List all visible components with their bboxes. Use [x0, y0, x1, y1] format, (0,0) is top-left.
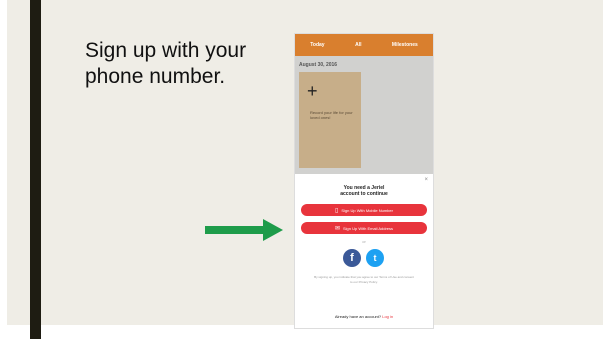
green-arrow-icon — [205, 219, 283, 241]
tab-milestones[interactable]: Milestones — [392, 42, 418, 48]
or-divider: or — [362, 239, 366, 244]
modal-title: You need a Jeriel account to continue — [309, 185, 419, 197]
mobile-phone-icon: ▯ — [335, 207, 339, 214]
left-accent-bar — [30, 0, 41, 339]
twitter-icon[interactable]: t — [366, 249, 384, 267]
already-account-text: Already have an account? — [334, 314, 382, 319]
slide-heading: Sign up with your phone number. — [85, 38, 295, 90]
signup-modal: × You need a Jeriel account to continue … — [295, 174, 433, 328]
slide-background: Sign up with your phone number. Today Al… — [7, 0, 603, 328]
login-link[interactable]: Log in — [382, 314, 393, 319]
card-text: Record your life for your loved ones! — [310, 110, 353, 120]
tab-today[interactable]: Today — [310, 42, 324, 48]
entry-date: August 30, 2016 — [299, 62, 338, 68]
slide-heading-line-1: Sign up with your — [85, 39, 247, 62]
app-content: August 30, 2016 + Record your life for y… — [295, 56, 433, 174]
signup-email-button[interactable]: ✉ Sign Up With Email Address — [301, 222, 427, 234]
social-login: f t — [343, 249, 384, 267]
already-account: Already have an account? Log in — [295, 314, 433, 319]
envelope-icon: ✉ — [334, 225, 340, 232]
close-icon[interactable]: × — [424, 177, 428, 183]
tab-all[interactable]: All — [355, 42, 361, 48]
add-entry-card[interactable]: + Record your life for your loved ones! — [299, 72, 361, 168]
signup-mobile-label: Sign Up With Mobile Number — [341, 207, 393, 213]
app-header: Today All Milestones — [295, 34, 433, 56]
modal-title-line-2: account to continue — [340, 191, 388, 197]
signup-email-label: Sign Up With Email Address — [343, 225, 394, 231]
phone-screenshot: Today All Milestones August 30, 2016 + R… — [295, 34, 433, 328]
plus-icon: + — [307, 81, 318, 101]
slide-heading-line-2: phone number. — [85, 65, 226, 88]
terms-text: By signing up, you indicate that you agr… — [314, 275, 414, 284]
facebook-icon[interactable]: f — [343, 249, 361, 267]
signup-mobile-button[interactable]: ▯ Sign Up With Mobile Number — [301, 204, 427, 216]
